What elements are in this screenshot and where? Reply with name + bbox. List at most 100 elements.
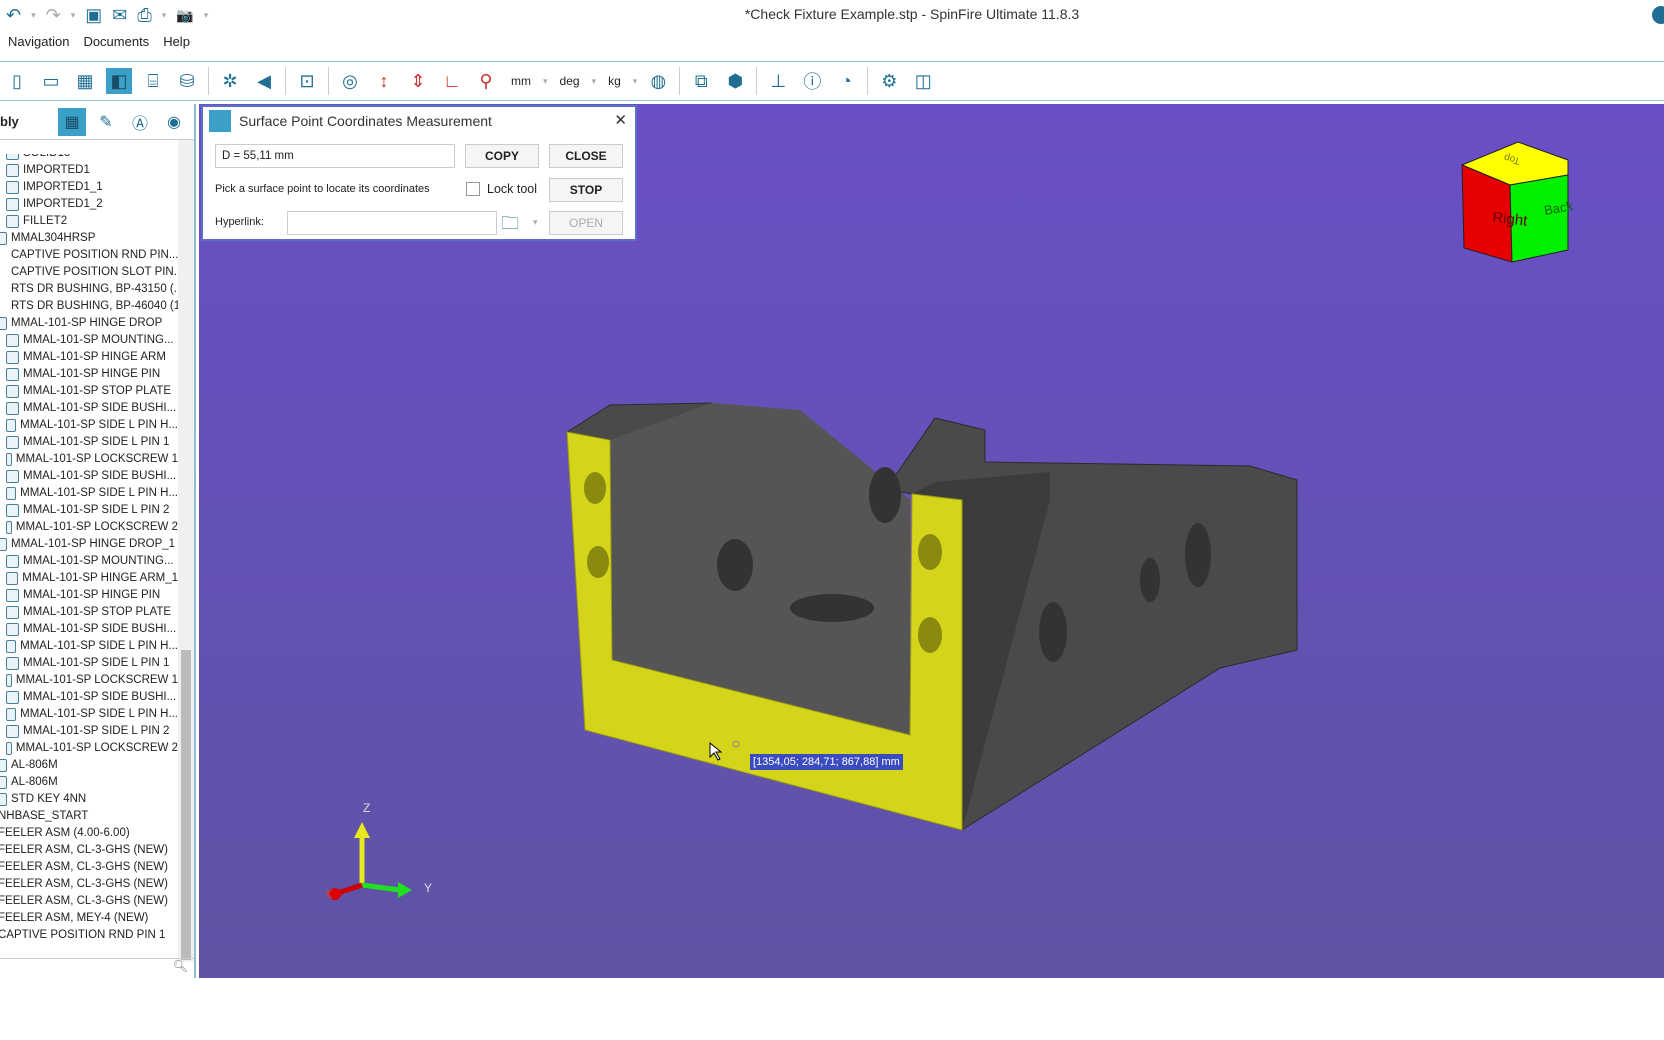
grid-view-icon[interactable]: ▦ <box>58 107 86 136</box>
diameter-measure-icon[interactable]: ⇕ <box>405 68 431 94</box>
tree-item[interactable]: FEELER ASM, CL-3-GHS (NEW) <box>0 893 178 910</box>
tree-search[interactable]: 🔍︎ <box>0 958 194 978</box>
gear-icon[interactable]: ⚙ <box>876 68 902 94</box>
close-button[interactable]: CLOSE <box>549 144 623 168</box>
tree-item[interactable]: MMAL-101-SP SIDE BUSHI... <box>0 400 178 417</box>
tree-item[interactable]: MMAL304HRSP <box>0 230 178 247</box>
tree-item[interactable]: CAPTIVE POSITION SLOT PIN... <box>0 264 178 281</box>
tree-item[interactable]: MMAL-101-SP HINGE PIN <box>0 587 178 604</box>
close-icon[interactable]: ✕ <box>614 111 627 129</box>
tree-item[interactable]: MMAL-101-SP HINGE DROP_1 <box>0 536 178 553</box>
eye-icon[interactable]: ◉ <box>160 108 188 136</box>
folder-dropdown[interactable]: ▾ <box>533 217 538 228</box>
tree-item[interactable]: MMAL-101-SP HINGE ARM <box>0 349 178 366</box>
tree-item[interactable]: FEELER ASM, MEY-4 (NEW) <box>0 910 178 927</box>
panel-title: bly <box>0 114 19 129</box>
tree-item[interactable]: MMAL-101-SP LOCKSCREW 2 <box>0 519 178 536</box>
tree-item[interactable]: MMAL-101-SP SIDE BUSHI... <box>0 621 178 638</box>
stop-button[interactable]: STOP <box>549 178 623 202</box>
unit-mass-select[interactable]: kg <box>604 74 625 88</box>
angle-measure-icon[interactable]: ∟ <box>439 68 465 94</box>
edit-icon[interactable]: ✎ <box>92 108 120 136</box>
tree-item[interactable]: MMAL-101-SP HINGE PIN <box>0 366 178 383</box>
compare-icon[interactable]: ⧉ <box>688 68 714 94</box>
section-icon[interactable]: ◀ <box>251 68 277 94</box>
lock-tool-checkbox[interactable] <box>466 182 480 196</box>
copy-button[interactable]: COPY <box>465 144 539 168</box>
layout-icon[interactable]: ▦ <box>72 68 98 94</box>
component-icon[interactable]: ⬢ <box>722 68 748 94</box>
tree-item[interactable]: MMAL-101-SP HINGE ARM_1 <box>0 570 178 587</box>
display-icon[interactable]: ▭ <box>38 68 64 94</box>
part-icon <box>6 657 19 670</box>
menu-help[interactable]: Help <box>163 34 190 49</box>
tree-item[interactable]: MMAL-101-SP MOUNTING... <box>0 553 178 570</box>
tree-item[interactable]: SOLID13 <box>0 154 178 162</box>
unit-length-select[interactable]: mm <box>507 74 535 88</box>
tree-item[interactable]: FEELER ASM (4.00-6.00) <box>0 825 178 842</box>
statistics-icon[interactable]: ◔ <box>833 68 859 94</box>
tree-item[interactable]: AL-806M <box>0 774 178 791</box>
tree-item[interactable]: MMAL-101-SP SIDE BUSHI... <box>0 468 178 485</box>
tree-item[interactable]: MMAL-101-SP SIDE L PIN 2 <box>0 723 178 740</box>
tree-item[interactable]: IMPORTED1 <box>0 162 178 179</box>
distance-measure-icon[interactable]: ↕ <box>371 68 397 94</box>
fit-view-icon[interactable]: ✲ <box>217 68 243 94</box>
tree-item[interactable]: MMAL-101-SP HINGE DROP <box>0 315 178 332</box>
tree-item[interactable]: MMAL-101-SP SIDE L PIN 1 <box>0 655 178 672</box>
performance-icon[interactable]: ◫ <box>910 68 936 94</box>
unit-angle-select[interactable]: deg <box>556 74 584 88</box>
tree-item[interactable]: CAPTIVE POSITION RND PIN... <box>0 247 178 264</box>
point-measure-icon[interactable]: ◎ <box>337 68 363 94</box>
tree-item[interactable]: NHBASE_START <box>0 808 178 825</box>
tree-item[interactable]: MMAL-101-SP SIDE L PIN H... <box>0 706 178 723</box>
distance-value-field[interactable]: D = 55,11 mm <box>215 144 455 168</box>
axis-z-label: Z <box>363 801 370 815</box>
folder-icon[interactable]: 🗀 <box>501 211 519 241</box>
tree-item[interactable]: FEELER ASM, CL-3-GHS (NEW) <box>0 842 178 859</box>
tree-item[interactable]: MMAL-101-SP SIDE L PIN H... <box>0 638 178 655</box>
info-icon[interactable]: ⓘ <box>799 68 825 94</box>
tree-item[interactable]: AL-806M <box>0 757 178 774</box>
menu-navigation[interactable]: Navigation <box>8 34 69 49</box>
tree-item[interactable]: MMAL-101-SP SIDE L PIN H... <box>0 485 178 502</box>
lock-tool-label: Lock tool <box>487 182 538 196</box>
search-icon[interactable]: 🔍︎ <box>173 959 188 973</box>
tree-item[interactable]: MMAL-101-SP STOP PLATE <box>0 383 178 400</box>
tree-item[interactable]: FILLET2 <box>0 213 178 230</box>
cylinder-icon[interactable]: ⌸ <box>140 68 166 94</box>
tree-item[interactable]: MMAL-101-SP STOP PLATE <box>0 604 178 621</box>
separator <box>867 67 869 95</box>
tree-item[interactable]: MMAL-101-SP SIDE L PIN 2 <box>0 502 178 519</box>
tree-item[interactable]: MMAL-101-SP LOCKSCREW 2 <box>0 740 178 757</box>
open-button[interactable]: OPEN <box>549 211 623 235</box>
explode-cube-icon[interactable]: ◧ <box>106 68 132 94</box>
document-icon[interactable]: ▯ <box>4 68 30 94</box>
coordinate-system-icon[interactable]: ⊥ <box>765 68 791 94</box>
tree-item[interactable]: IMPORTED1_1 <box>0 179 178 196</box>
tree-item[interactable]: IMPORTED1_2 <box>0 196 178 213</box>
tree-item[interactable]: RTS DR BUSHING, BP-43150 (... <box>0 281 178 298</box>
tree-item[interactable]: STD KEY 4NN <box>0 791 178 808</box>
tree-item[interactable]: MMAL-101-SP LOCKSCREW 1 <box>0 672 178 689</box>
surface-point-icon[interactable]: ⚲ <box>473 68 499 94</box>
tree-item[interactable]: MMAL-101-SP LOCKSCREW 1 <box>0 451 178 468</box>
tree-item[interactable]: CAPTIVE POSITION RND PIN 1 <box>0 927 178 944</box>
help-icon[interactable] <box>1652 6 1664 24</box>
menu-documents[interactable]: Documents <box>83 34 149 49</box>
annotation-view-icon[interactable]: Ⓐ <box>126 108 154 136</box>
assembly-panel: bly ▦ ✎ Ⓐ ◉ SOLID13 IMPORTED1 IMPORTED1_1 I… <box>0 104 196 978</box>
tree-item[interactable]: MMAL-101-SP SIDE BUSHI... <box>0 689 178 706</box>
tree-item[interactable]: FEELER ASM, CL-3-GHS (NEW) <box>0 859 178 876</box>
units-system-icon[interactable]: ◍ <box>645 68 671 94</box>
tree-scrollbar[interactable] <box>178 140 194 962</box>
settings-cylinder-icon[interactable]: ⛁ <box>174 68 200 94</box>
tree-item[interactable]: MMAL-101-SP SIDE L PIN 1 <box>0 434 178 451</box>
annotation-icon[interactable]: ⊡ <box>294 68 320 94</box>
tree-item[interactable]: FEELER ASM, CL-3-GHS (NEW) <box>0 876 178 893</box>
tree-item-label: CAPTIVE POSITION RND PIN 1 <box>0 929 166 941</box>
tree-item[interactable]: MMAL-101-SP MOUNTING... <box>0 332 178 349</box>
tree-item[interactable]: MMAL-101-SP SIDE L PIN H... <box>0 417 178 434</box>
hyperlink-input[interactable] <box>287 211 497 235</box>
tree-item[interactable]: RTS DR BUSHING, BP-46040 (1... <box>0 298 178 315</box>
